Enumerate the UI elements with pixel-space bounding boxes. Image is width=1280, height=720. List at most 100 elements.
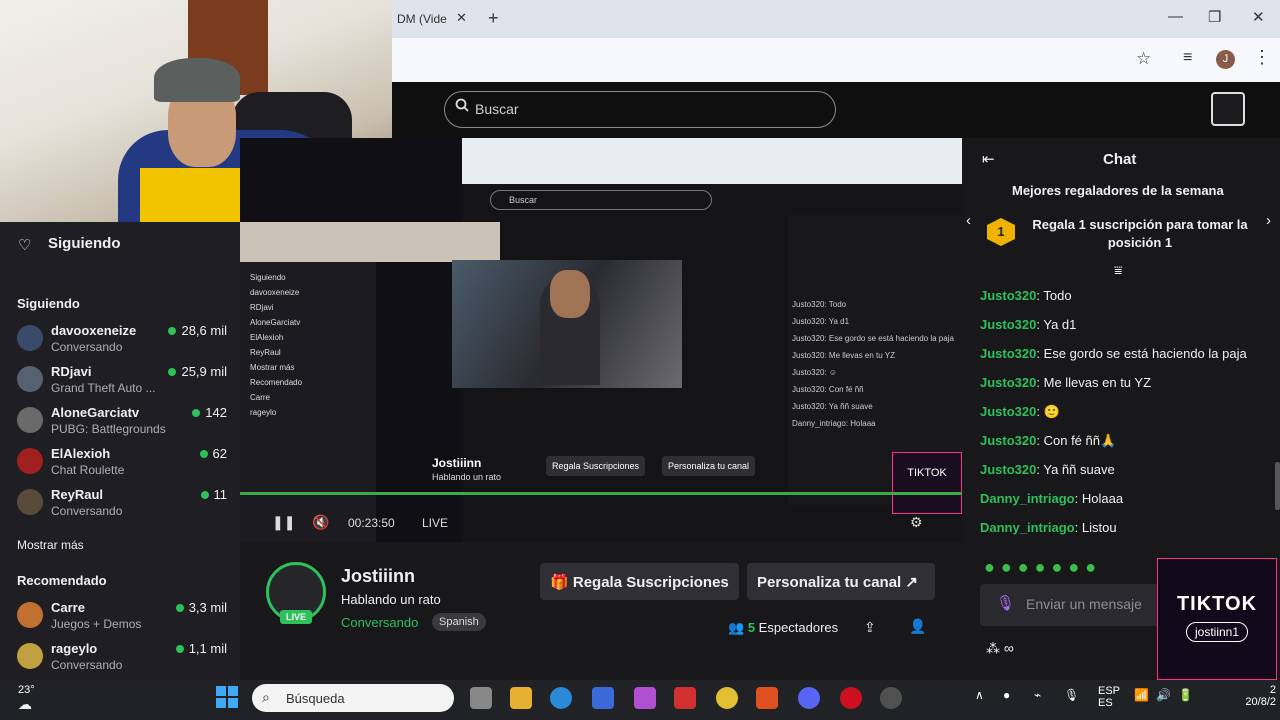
maximize-icon[interactable]: ❐: [1208, 8, 1221, 26]
chat-scrollbar[interactable]: [1275, 462, 1280, 510]
chrome-icon[interactable]: [716, 687, 738, 709]
streamer-name[interactable]: Jostiiinn: [341, 566, 415, 587]
tray-app-icon[interactable]: ⌁: [1034, 688, 1041, 702]
nested-text: Carre: [250, 393, 271, 402]
channel-name: ReyRaul: [51, 487, 104, 502]
language-indicator[interactable]: ESP ES: [1098, 685, 1120, 709]
channel-category: Conversando: [51, 340, 123, 354]
microphone-tray-icon[interactable]: 🎙: [1064, 688, 1079, 702]
chat-message[interactable]: Danny_intriago: Holaaa: [980, 491, 1270, 520]
chat-text: 🙂: [1043, 404, 1060, 419]
chat-message[interactable]: Justo320: Con fé ññ🙏: [980, 433, 1270, 462]
chat-username[interactable]: Justo320: [980, 433, 1036, 448]
office-icon[interactable]: [674, 687, 696, 709]
store-icon[interactable]: [592, 687, 614, 709]
viewer-number: 5: [747, 620, 756, 635]
search-icon: ⌕: [262, 689, 270, 705]
chat-text: Con fé ññ🙏: [1043, 433, 1117, 448]
window-close-icon[interactable]: ✕: [1252, 8, 1265, 26]
wifi-icon[interactable]: 📶: [1134, 688, 1149, 702]
close-icon[interactable]: ✕: [456, 10, 467, 26]
sidebar-channel[interactable]: RDjavi Grand Theft Auto ... 25,9 mil: [17, 363, 227, 403]
nested-text: Siguiendo: [250, 273, 286, 282]
mute-icon[interactable]: 🔇: [312, 514, 329, 531]
follow-user-icon[interactable]: 👤: [909, 618, 926, 635]
nested-text: rageylo: [250, 408, 277, 417]
copilot-icon[interactable]: [634, 687, 656, 709]
profile-avatar[interactable]: J: [1216, 50, 1235, 69]
taskbar-search[interactable]: Búsqueda: [252, 684, 454, 712]
sidebar-channel[interactable]: rageylo Conversando 1,1 mil: [17, 640, 227, 680]
sidebar-channel[interactable]: davooxeneize Conversando 28,6 mil: [17, 322, 227, 362]
chevron-up-icon[interactable]: ∧: [975, 688, 984, 702]
browser-menu-icon[interactable]: ⋮: [1253, 47, 1271, 68]
chat-message[interactable]: Justo320: Ya ññ suave: [980, 462, 1270, 491]
user-menu-button[interactable]: [1211, 92, 1245, 126]
edge-icon[interactable]: [550, 687, 572, 709]
chat-username[interactable]: Justo320: [980, 317, 1036, 332]
brave-icon[interactable]: [756, 687, 778, 709]
nested-chat-lines: Justo320: Todo Justo320: Ya d1 Justo320:…: [792, 296, 954, 432]
file-explorer-icon[interactable]: [510, 687, 532, 709]
chat-username[interactable]: Justo320: [980, 288, 1036, 303]
collapse-leaderboard-icon[interactable]: ⩸: [1114, 262, 1123, 279]
sidebar-channel[interactable]: ElAlexioh Chat Roulette 62: [17, 445, 227, 485]
nested-gift-button: Regala Suscripciones: [546, 456, 646, 476]
settings-icon[interactable]: ⚙: [910, 514, 923, 531]
video-progress-bar[interactable]: [240, 492, 962, 495]
chat-message[interactable]: Justo320: Ese gordo se está haciendo la …: [980, 346, 1270, 375]
clock[interactable]: 2 20/8/2: [1236, 684, 1276, 708]
collapse-chat-icon[interactable]: ⇤: [982, 150, 995, 168]
sidebar-channel[interactable]: ReyRaul Conversando 11: [17, 486, 227, 526]
chevron-left-icon[interactable]: ‹: [966, 212, 971, 229]
chat-username[interactable]: Justo320: [980, 404, 1036, 419]
customize-channel-button[interactable]: Personaliza tu canal ↗: [747, 563, 935, 600]
volume-icon[interactable]: 🔊: [1156, 688, 1171, 702]
chat-username[interactable]: Danny_intriago: [980, 491, 1075, 506]
minimize-icon[interactable]: —: [1168, 8, 1183, 25]
chat-username[interactable]: Justo320: [980, 346, 1036, 361]
chat-message[interactable]: Justo320: Ya d1: [980, 317, 1270, 346]
chat-text: Ya ññ suave: [1043, 462, 1115, 477]
search-input[interactable]: Buscar: [444, 91, 836, 128]
start-icon[interactable]: [216, 686, 238, 708]
bookmark-star-icon[interactable]: ☆: [1136, 49, 1151, 69]
pause-icon[interactable]: ❚❚: [272, 514, 295, 531]
chat-message[interactable]: Danny_intriago: Listou: [980, 520, 1270, 549]
gift-icon: 🎁: [550, 574, 573, 591]
task-view-icon[interactable]: [470, 687, 492, 709]
chevron-right-icon[interactable]: ›: [1266, 212, 1271, 229]
avatar: [17, 407, 43, 433]
nested-text: Danny_intriago: Holaaa: [792, 419, 876, 428]
battery-icon[interactable]: 🔋: [1178, 688, 1193, 702]
discord-icon[interactable]: [798, 687, 820, 709]
language-top: ESP: [1098, 685, 1121, 697]
new-tab-button[interactable]: +: [488, 8, 499, 29]
chat-title: Chat: [1103, 151, 1137, 168]
chat-username[interactable]: Danny_intriago: [980, 520, 1075, 535]
channel-points-icon[interactable]: ⁂ ∞: [986, 640, 1014, 657]
sidebar-channel[interactable]: Carre Juegos + Demos 3,3 mil: [17, 599, 227, 639]
chat-message[interactable]: Justo320: Todo: [980, 288, 1270, 317]
obs-icon[interactable]: [880, 687, 902, 709]
microphone-icon[interactable]: 🎙: [996, 594, 1015, 612]
chat-message[interactable]: Justo320: Me llevas en tu YZ: [980, 375, 1270, 404]
gift-subscriptions-button[interactable]: 🎁 Regala Suscripciones: [540, 563, 739, 600]
show-more-link[interactable]: Mostrar más: [17, 538, 84, 552]
tray-app-icon[interactable]: ●: [1003, 688, 1010, 702]
chat-message[interactable]: Justo320: 🙂: [980, 404, 1270, 433]
sidebar-channel[interactable]: AloneGarciatv PUBG: Battlegrounds 142: [17, 404, 227, 444]
weather-widget[interactable]: 23°: [18, 684, 35, 696]
media-control-icon[interactable]: ≡: [1183, 49, 1192, 67]
nested-customize-button: Personaliza tu canal: [662, 456, 756, 476]
opera-icon[interactable]: [840, 687, 862, 709]
stream-category[interactable]: Conversando: [341, 615, 418, 630]
search-icon: [455, 98, 469, 112]
emote-bar[interactable]: ●●●●●●●: [984, 557, 1102, 578]
share-icon[interactable]: ⇪: [864, 619, 876, 636]
channel-name: Carre: [51, 600, 85, 615]
chat-username[interactable]: Justo320: [980, 462, 1036, 477]
stream-tag[interactable]: Spanish: [432, 613, 486, 631]
chat-username[interactable]: Justo320: [980, 375, 1036, 390]
cloud-icon: ☁: [18, 696, 32, 712]
